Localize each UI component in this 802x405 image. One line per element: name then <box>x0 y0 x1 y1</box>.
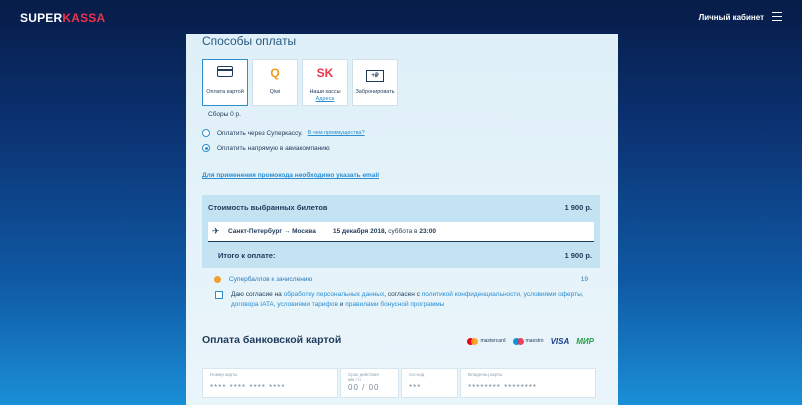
total-value: 1 900 р. <box>564 251 592 260</box>
maestro-label: maestro <box>525 338 544 344</box>
card-payment-title: Оплата банковской картой <box>202 334 342 346</box>
mir-logo: МИР <box>576 336 594 346</box>
logo-part-super: SUPER <box>20 11 63 25</box>
radio-button[interactable] <box>202 129 210 137</box>
card-number-input[interactable]: **** **** **** **** <box>210 383 285 392</box>
booking-icon: +₽ <box>366 70 384 82</box>
option-label: Оплатить напрямую в авиакомпанию <box>217 144 330 152</box>
fees-text: Сборы 0 р. <box>208 111 241 118</box>
flight-weekday: суббота в <box>388 228 418 235</box>
payment-methods-title: Способы оплаты <box>202 34 297 48</box>
cardholder-input[interactable]: ******** ******** <box>468 383 537 392</box>
field-label: Номер карты <box>210 372 238 377</box>
field-label: cvc-код <box>409 372 425 377</box>
method-qiwi[interactable]: Q Qiwi <box>252 59 298 106</box>
advantages-link[interactable]: В чем преимущества? <box>308 130 365 136</box>
method-card[interactable]: Оплата картой <box>202 59 248 106</box>
promo-email-link[interactable]: Для применения промокода необходимо указ… <box>202 172 379 179</box>
top-bar: SUPERKASSA Личный кабинет <box>0 0 802 34</box>
summary-price: 1 900 р. <box>564 203 592 212</box>
consent-text-part: и <box>339 301 344 308</box>
addresses-link[interactable]: Адреса <box>316 96 335 102</box>
flight-datetime: 15 декабря 2018, суббота в 23:00 <box>333 228 436 235</box>
flight-row: ✈ Санкт-Петербург → Москва 15 декабря 20… <box>208 222 594 242</box>
qiwi-icon: Q <box>270 66 280 80</box>
method-label: Наши кассы <box>309 89 341 95</box>
consent-text-part: , согласен с <box>384 291 420 298</box>
summary-title: Стоимость выбранных билетов <box>208 203 328 212</box>
menu-icon[interactable] <box>772 12 782 21</box>
consent-text: Даю согласие на обработку персональных д… <box>231 290 585 310</box>
cvc-field[interactable]: cvc-код *** <box>401 368 458 398</box>
method-label: Забронировать <box>355 89 395 95</box>
logo-part-kassa: KASSA <box>62 11 106 25</box>
flight-route: Санкт-Петербург → Москва <box>228 228 316 235</box>
superkassa-logo[interactable]: SUPERKASSA <box>20 11 105 25</box>
visa-logo: VISA <box>550 336 570 346</box>
bonus-label: Супербаллов к зачислению <box>229 276 313 283</box>
tickets-summary: Стоимость выбранных билетов 1 900 р. ✈ С… <box>202 195 600 268</box>
flight-date: 15 декабря 2018, <box>333 228 387 235</box>
mastercard-icon <box>467 337 479 345</box>
personal-cabinet-link[interactable]: Личный кабинет <box>699 13 764 22</box>
field-label: Срок действия мм / гг <box>348 372 379 382</box>
card-icon <box>217 66 233 77</box>
radio-button-selected[interactable] <box>202 144 210 152</box>
card-brands: mastercard maestro VISA МИР <box>467 336 594 346</box>
card-number-field[interactable]: Номер карты **** **** **** **** <box>202 368 338 398</box>
consent-checkbox[interactable] <box>215 291 223 299</box>
expiry-input[interactable]: 00 / 00 <box>348 383 379 392</box>
maestro-icon <box>512 337 524 345</box>
option-pay-superkassa[interactable]: Оплатить через Суперкассу. В чем преимущ… <box>202 129 365 137</box>
total-label: Итого к оплате: <box>218 251 276 260</box>
plane-icon: ✈ <box>212 226 220 236</box>
cvc-input[interactable]: *** <box>409 383 421 392</box>
superkassa-icon: SK <box>316 66 334 80</box>
bonus-rules-link[interactable]: правилами бонусной программы <box>345 301 444 308</box>
method-cash-desks[interactable]: SK Наши кассы Адреса <box>302 59 348 106</box>
option-label: Оплатить через Суперкассу. <box>217 129 303 137</box>
bonus-value: 19 <box>580 276 588 283</box>
coin-icon <box>214 276 221 283</box>
consent-text-part: Даю согласие на <box>231 291 282 298</box>
flight-time: 23:00 <box>419 228 436 235</box>
booking-panel: Способы оплаты Оплата картой Q Qiwi SK Н… <box>186 34 618 405</box>
mastercard-label: mastercard <box>480 338 506 344</box>
option-pay-airline[interactable]: Оплатить напрямую в авиакомпанию <box>202 144 330 152</box>
method-label: Оплата картой <box>206 89 244 95</box>
cardholder-field[interactable]: Владелец карты ******** ******** <box>460 368 596 398</box>
method-book[interactable]: +₽ Забронировать <box>352 59 398 106</box>
expiry-field[interactable]: Срок действия мм / гг 00 / 00 <box>340 368 399 398</box>
personal-data-link[interactable]: обработку персональных данных <box>284 291 385 298</box>
method-label: Qiwi <box>269 89 281 95</box>
field-label: Владелец карты <box>468 372 503 377</box>
